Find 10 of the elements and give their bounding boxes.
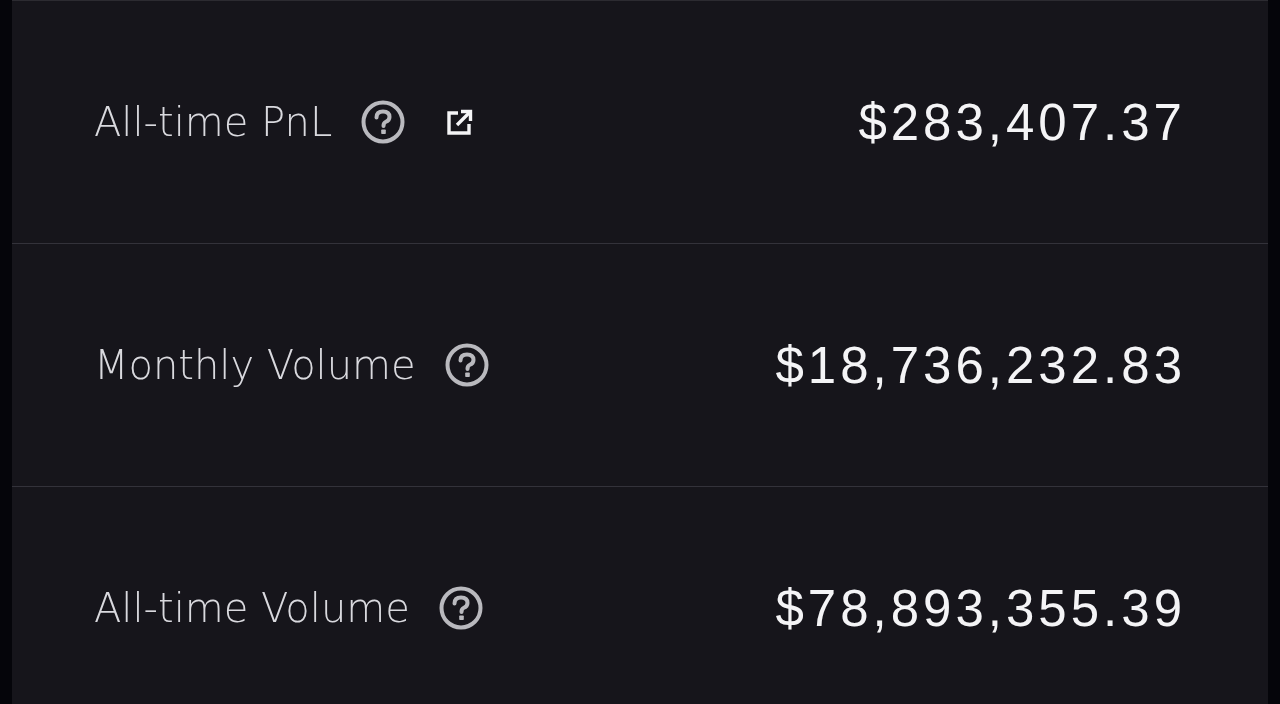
stat-value: $18,736,232.83 [775, 335, 1186, 395]
external-link-icon[interactable] [446, 108, 475, 136]
help-icon[interactable] [438, 586, 483, 630]
help-icon[interactable] [444, 343, 489, 387]
stat-value: $283,407.37 [858, 92, 1186, 152]
help-icon[interactable] [361, 100, 406, 144]
stat-label: All-time Volume [94, 585, 410, 631]
stat-value: $78,893,355.39 [775, 578, 1186, 638]
stat-label: All-time PnL [94, 99, 333, 145]
stat-label: Monthly Volume [94, 342, 416, 388]
